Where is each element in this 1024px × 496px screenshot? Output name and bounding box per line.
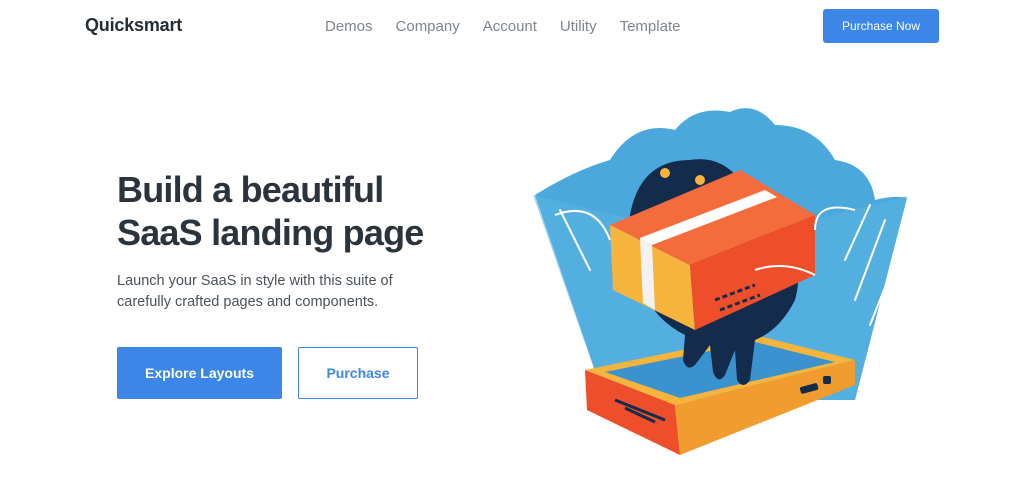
hand-package-phone-icon	[524, 108, 907, 455]
hero-subtitle: Launch your SaaS in style with this suit…	[117, 273, 393, 310]
hero-title-line-2: SaaS landing page	[117, 212, 424, 253]
nav-link-utility[interactable]: Utility	[560, 18, 597, 35]
brand-logo[interactable]: Quicksmart	[85, 15, 182, 36]
nav-link-company[interactable]: Company	[396, 18, 460, 35]
hero-title: Build a beautiful SaaS landing page	[117, 168, 497, 254]
nav-links: Demos Company Account Utility Template	[325, 18, 703, 35]
explore-layouts-button[interactable]: Explore Layouts	[117, 347, 282, 399]
purchase-now-button[interactable]: Purchase Now	[823, 9, 939, 43]
nav-link-demos[interactable]: Demos	[325, 18, 373, 35]
nav-link-template[interactable]: Template	[620, 18, 681, 35]
navbar: Quicksmart Demos Company Account Utility…	[0, 0, 1024, 54]
hero-illustration	[515, 100, 915, 470]
nav-link-account[interactable]: Account	[483, 18, 537, 35]
hero-title-line-1: Build a beautiful	[117, 169, 384, 210]
purchase-button[interactable]: Purchase	[298, 347, 418, 399]
